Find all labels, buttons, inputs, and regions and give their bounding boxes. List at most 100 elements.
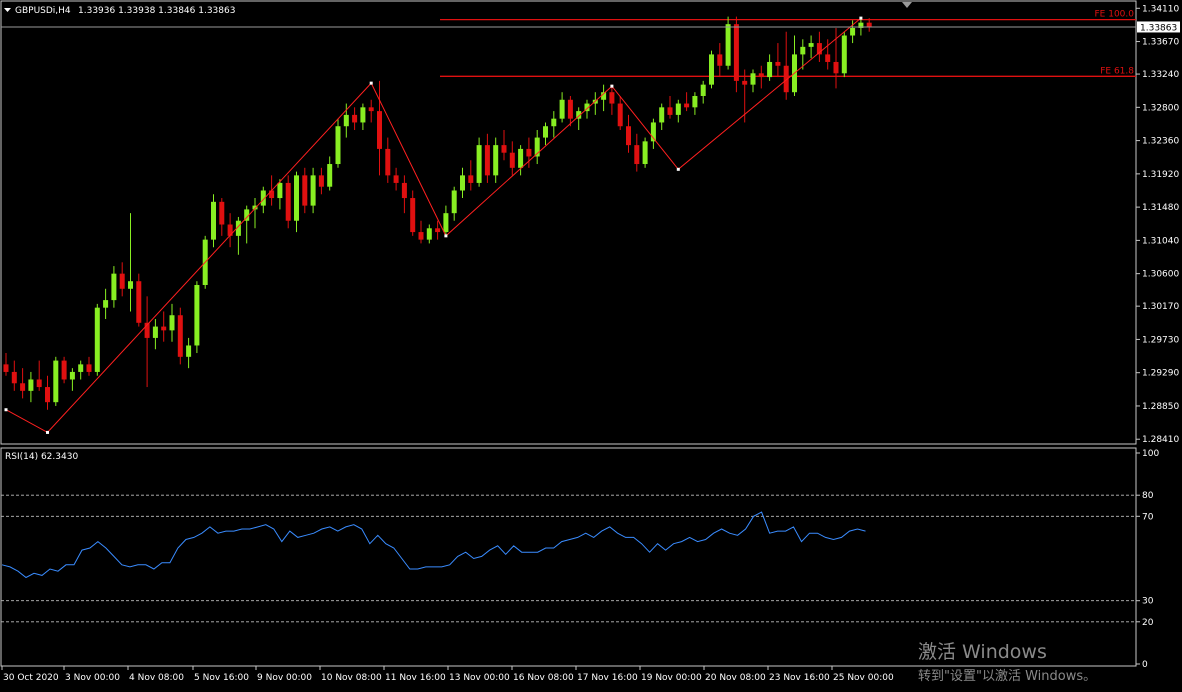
time-tick-label: 11 Nov 16:00 (385, 673, 446, 683)
current-price-label: 1.33863 (1140, 23, 1177, 33)
candle-body (285, 182, 291, 221)
rsi-tick-label: 0 (1142, 660, 1148, 670)
rsi-tick-label: 20 (1142, 618, 1154, 628)
candle-body (841, 35, 847, 74)
activation-watermark-title: 激活 Windows (918, 641, 1047, 663)
time-tick-label: 5 Nov 16:00 (194, 673, 249, 683)
candle-body (418, 232, 424, 240)
zigzag-vertex (444, 234, 448, 238)
candle-body (20, 383, 26, 391)
candle-body (36, 379, 42, 388)
candle-body (559, 99, 565, 119)
candle-body (78, 364, 84, 372)
candle-body (277, 182, 283, 199)
fib-level-label: FE 61.8 (1100, 66, 1134, 76)
zigzag-vertex (4, 408, 8, 412)
candle-body (626, 126, 631, 146)
price-tick-label: 1.31040 (1142, 236, 1179, 246)
candle-body (310, 175, 316, 206)
price-tick-label: 1.30600 (1142, 270, 1179, 280)
candle-body (86, 364, 92, 372)
candle-body (393, 175, 399, 183)
candle-body (642, 141, 648, 165)
candle-body (526, 148, 532, 157)
candle-body (426, 228, 432, 240)
candle-body (343, 114, 349, 127)
candle-body (103, 300, 109, 308)
candle-body (543, 126, 548, 138)
rsi-axis: 100 80 70 30 20 0 (1136, 449, 1159, 670)
candle-body (750, 73, 756, 85)
rsi-panel[interactable] (0, 447, 1137, 667)
price-tick-label: 1.28410 (1142, 435, 1179, 445)
price-tick-label: 1.29290 (1142, 369, 1179, 379)
ohlc-label: 1.33936 1.33938 1.33846 1.33863 (78, 6, 235, 16)
candle-body (61, 360, 67, 380)
candle-body (684, 103, 690, 108)
candle-body (800, 46, 806, 55)
candle-body (609, 92, 615, 104)
rsi-tick-label: 70 (1142, 512, 1154, 522)
candle-body (833, 61, 839, 74)
price-tick-label: 1.31480 (1142, 203, 1179, 213)
fib-level-label: FE 100.0 (1095, 10, 1135, 20)
price-tick-label: 1.33240 (1142, 70, 1179, 80)
candle-body (468, 175, 474, 183)
candle-body (69, 371, 75, 380)
rsi-tick-label: 30 (1142, 597, 1154, 607)
candle-body (294, 175, 299, 221)
candle-body (709, 54, 714, 85)
candle-body (725, 24, 731, 66)
candle-body (136, 281, 142, 323)
time-tick-label: 16 Nov 08:00 (513, 673, 574, 683)
candle-body (211, 201, 216, 240)
candle-body (509, 152, 515, 168)
candle-body (128, 281, 133, 289)
zigzag-vertex (369, 81, 373, 85)
candle-body (850, 27, 856, 36)
candle-body (119, 273, 125, 289)
time-tick-label: 3 Nov 00:00 (65, 673, 120, 683)
candle-body (451, 190, 457, 214)
main-chart-panel[interactable] (0, 0, 1137, 445)
time-tick-label: 19 Nov 00:00 (641, 673, 702, 683)
time-tick-label: 25 Nov 00:00 (833, 673, 894, 683)
price-tick-label: 1.31920 (1142, 170, 1179, 180)
candle-body (45, 387, 50, 403)
candle-body (410, 198, 416, 233)
candle-body (219, 201, 225, 225)
time-tick-label: 4 Nov 08:00 (129, 673, 184, 683)
candle-body (551, 118, 557, 127)
rsi-title: RSI(14) 62.3430 (5, 452, 78, 462)
candle-body (161, 326, 167, 331)
chart-svg[interactable]: GBPUSDi,H4 1.33936 1.33938 1.33846 1.338… (0, 0, 1182, 692)
candle-body (53, 360, 59, 403)
candle-body (767, 61, 773, 78)
candle-body (3, 364, 9, 372)
candle-body (825, 54, 831, 62)
candle-body (742, 80, 748, 85)
candle-body (692, 95, 698, 108)
zigzag-vertex (676, 167, 680, 171)
activation-watermark-subtitle: 转到"设置"以激活 Windows。 (918, 669, 1096, 684)
price-tick-label: 1.30170 (1142, 302, 1179, 312)
time-tick-label: 17 Nov 16:00 (577, 673, 638, 683)
candle-body (11, 371, 17, 384)
price-tick-label: 1.32360 (1142, 137, 1179, 147)
candle-body (28, 379, 34, 391)
candle-body (177, 315, 183, 357)
candle-body (318, 175, 324, 187)
candle-body (733, 24, 739, 81)
candle-body (435, 228, 441, 233)
candle-body (385, 148, 391, 176)
time-tick-label: 30 Oct 2020 (3, 673, 59, 683)
candle-body (352, 114, 358, 123)
price-tick-label: 1.29730 (1142, 335, 1179, 345)
candle-body (401, 182, 407, 199)
candle-body (152, 326, 158, 338)
candle-body (476, 145, 482, 183)
candle-body (94, 307, 100, 372)
candle-body (667, 107, 673, 115)
candle-body (758, 73, 764, 78)
candle-body (169, 315, 175, 331)
